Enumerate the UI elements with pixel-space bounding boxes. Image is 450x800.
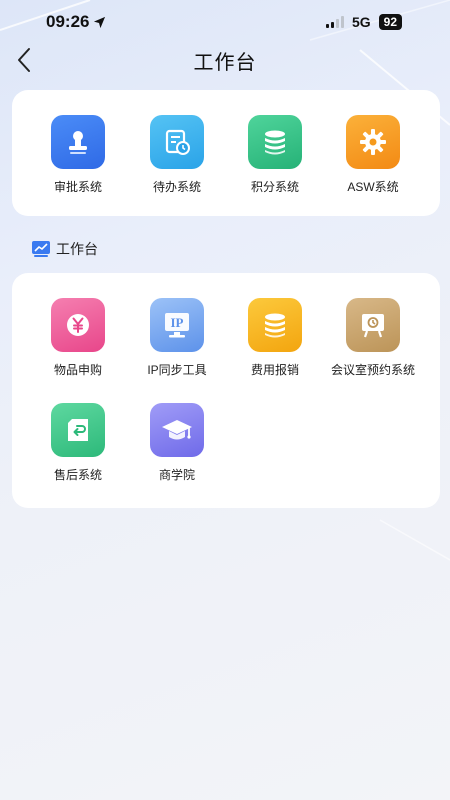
line-chart-icon: [32, 241, 50, 257]
app-label: 商学院: [158, 468, 195, 482]
app-after-sales[interactable]: 售后系统: [29, 403, 127, 483]
app-expense[interactable]: 费用报销: [226, 298, 324, 378]
app-label: 售后系统: [53, 468, 102, 482]
coin-stack-icon: [248, 298, 302, 352]
app-business-school[interactable]: 商学院: [128, 403, 226, 483]
app-label: 审批系统: [53, 180, 102, 194]
location-arrow-icon: [94, 16, 106, 28]
status-bar: 09:26 5G 92: [0, 0, 450, 44]
page-title: 工作台: [193, 51, 257, 74]
section-header: 工作台: [32, 239, 98, 259]
gear-icon: [346, 115, 400, 169]
return-box-icon: [51, 403, 105, 457]
section-title: 工作台: [56, 241, 98, 257]
app-todo[interactable]: 待办系统: [128, 115, 226, 195]
ip-monitor-icon: IP: [150, 298, 204, 352]
graduation-cap-icon: [150, 403, 204, 457]
app-approval[interactable]: 审批系统: [29, 115, 127, 195]
app-label: 会议室预约系统: [330, 363, 415, 377]
meeting-board-icon: [346, 298, 400, 352]
app-label: 物品申购: [53, 363, 102, 377]
status-time: 09:26: [46, 12, 106, 32]
battery-level: 92: [378, 14, 402, 30]
app-label: IP同步工具: [147, 363, 207, 377]
database-stack-icon: [248, 115, 302, 169]
app-label: 待办系统: [152, 180, 201, 194]
app-label: 费用报销: [250, 363, 299, 377]
chevron-left-icon: [18, 48, 30, 72]
workbench-apps-card: 物品申购 IP IP同步工具 费用报销 会议室预约系统 售后系统 商学院: [12, 273, 440, 508]
app-ip-sync[interactable]: IP IP同步工具: [128, 298, 226, 378]
navigation-bar: 工作台: [0, 40, 450, 80]
svg-text:IP: IP: [171, 315, 184, 330]
app-points[interactable]: 积分系统: [226, 115, 324, 195]
quick-apps-card: 审批系统 待办系统 积分系统 ASW系统: [12, 90, 440, 216]
back-button[interactable]: [10, 46, 38, 74]
stamp-icon: [51, 115, 105, 169]
app-asw[interactable]: ASW系统: [324, 115, 422, 195]
status-indicators: 5G 92: [325, 14, 402, 30]
yen-icon: [51, 298, 105, 352]
todo-clock-icon: [150, 115, 204, 169]
app-purchase[interactable]: 物品申购: [29, 298, 127, 378]
app-label: ASW系统: [347, 180, 399, 194]
cellular-signal-icon: [325, 16, 344, 28]
network-type: 5G: [351, 14, 371, 30]
app-meeting-room[interactable]: 会议室预约系统: [324, 298, 422, 378]
app-label: 积分系统: [250, 180, 299, 194]
